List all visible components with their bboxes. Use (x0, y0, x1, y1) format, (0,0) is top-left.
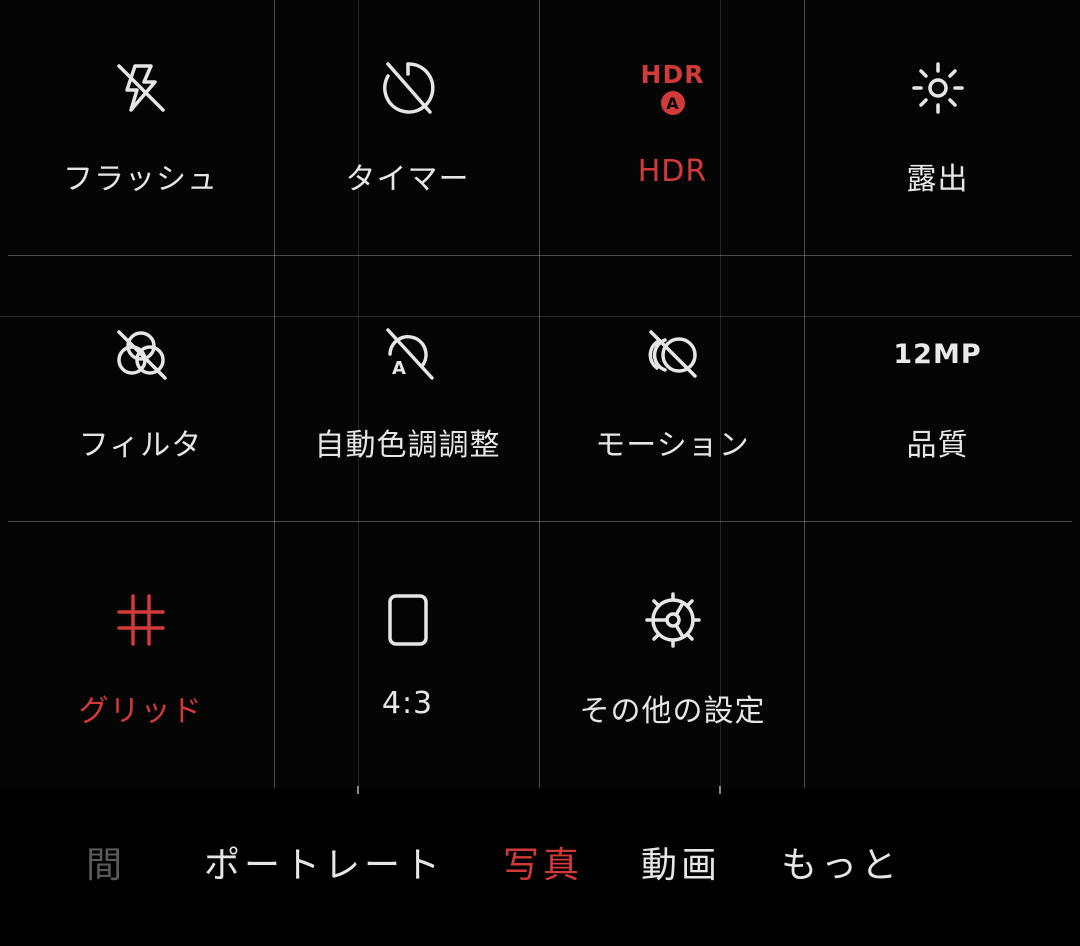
quick-settings-panel: フラッシュ タイマー HDR A HDR 露出 フィルタ A 自動色調調整 モー… (0, 0, 1080, 788)
viewfinder-tick (357, 786, 359, 794)
auto-tone-setting-button[interactable]: A 自動色調調整 (275, 266, 540, 532)
auto-tone-label: 自動色調調整 (314, 428, 501, 463)
quality-label: 品質 (906, 428, 969, 463)
settings-gear-icon (643, 590, 703, 650)
mode-video[interactable]: 動画 (641, 836, 721, 888)
exposure-setting-button[interactable]: 露出 (805, 0, 1070, 266)
grid-setting-button[interactable]: グリッド (8, 532, 273, 798)
filter-label: フィルタ (78, 428, 203, 463)
aspect-ratio-label: 4:3 (381, 686, 434, 721)
hdr-icon-text: HDR (640, 60, 705, 89)
flash-setting-button[interactable]: フラッシュ (8, 0, 273, 266)
camera-mode-switcher: 間 ポートレート 写真 動画 もっと (0, 836, 1080, 906)
mode-photo[interactable]: 写真 (503, 836, 583, 888)
timer-off-icon (378, 58, 438, 118)
mode-portrait[interactable]: ポートレート (204, 836, 444, 888)
grid-label: グリッド (78, 694, 203, 729)
hdr-auto-badge: A (660, 91, 685, 115)
aspect-ratio-setting-button[interactable]: 4:3 (275, 532, 540, 798)
mode-more[interactable]: もっと (781, 836, 901, 888)
auto-tone-off-icon: A (378, 324, 438, 384)
filter-setting-button[interactable]: フィルタ (8, 266, 273, 532)
hdr-auto-icon: HDR A (640, 58, 705, 118)
quality-icon: 12MP (893, 324, 980, 384)
viewfinder-tick (719, 786, 721, 794)
motion-label: モーション (595, 428, 750, 463)
hdr-label: HDR (637, 154, 708, 189)
exposure-label: 露出 (906, 162, 969, 197)
exposure-sun-icon (908, 58, 968, 118)
motion-off-icon (643, 324, 703, 384)
mode-time-lapse[interactable]: 間 (86, 836, 126, 888)
aspect-ratio-icon (378, 590, 438, 650)
svg-text:A: A (392, 358, 406, 379)
grid-icon (111, 590, 171, 650)
more-settings-label: その他の設定 (579, 694, 766, 729)
quality-setting-button[interactable]: 12MP 品質 (805, 266, 1070, 532)
flash-off-icon (111, 58, 171, 118)
hdr-setting-button[interactable]: HDR A HDR (540, 0, 805, 266)
flash-label: フラッシュ (63, 162, 218, 197)
motion-setting-button[interactable]: モーション (540, 266, 805, 532)
quality-icon-text: 12MP (893, 338, 982, 370)
timer-setting-button[interactable]: タイマー (275, 0, 540, 266)
more-settings-button[interactable]: その他の設定 (540, 532, 805, 798)
timer-label: タイマー (345, 162, 470, 197)
filter-off-icon (111, 324, 171, 384)
